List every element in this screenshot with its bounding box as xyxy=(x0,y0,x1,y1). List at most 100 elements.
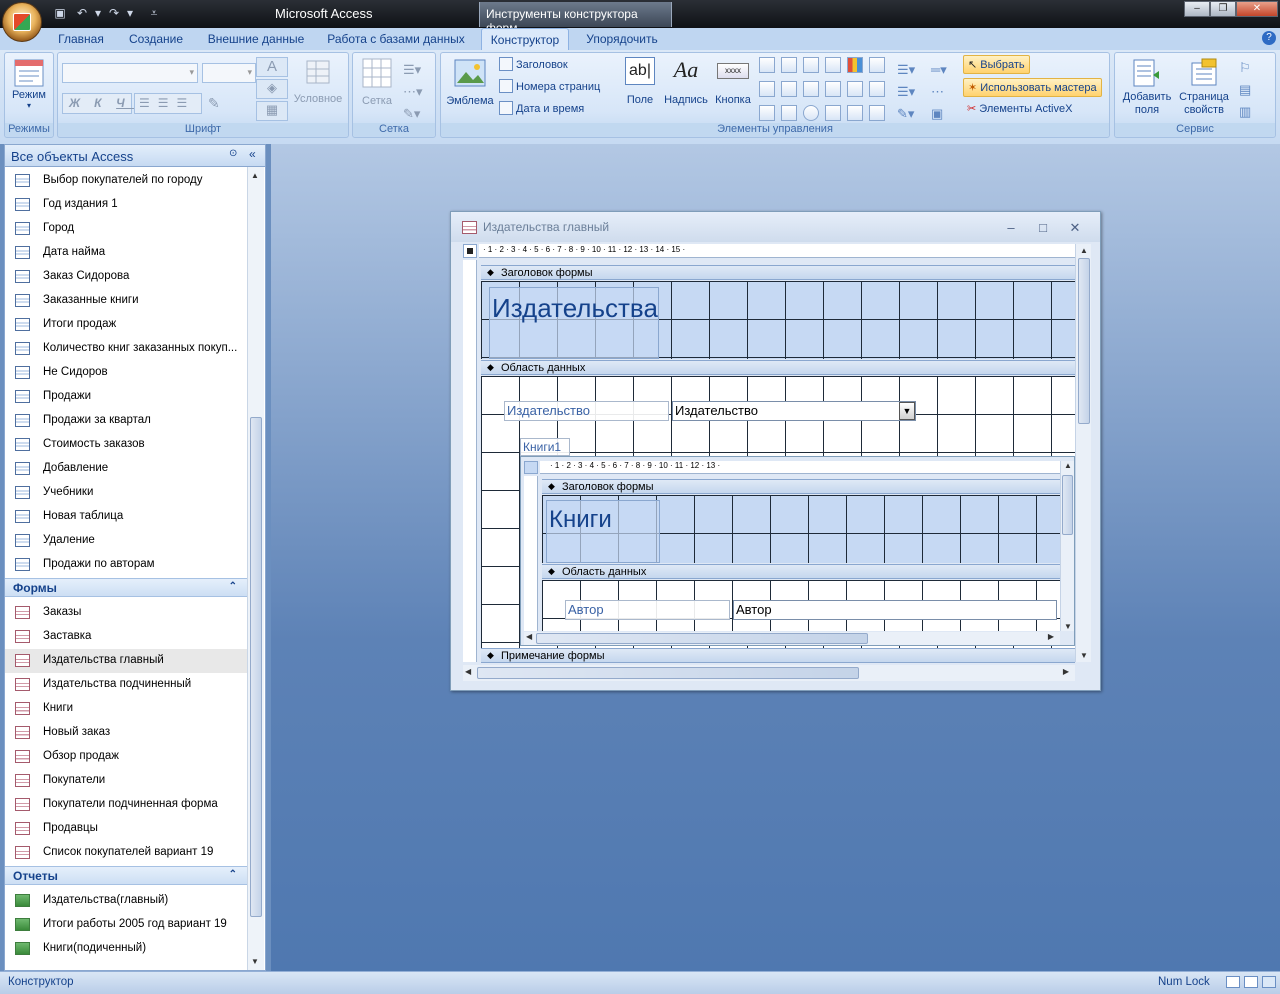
activex-button[interactable]: ✂ Элементы ActiveX xyxy=(967,100,1072,119)
nav-action-query-item[interactable]: Продажи по авторам xyxy=(5,553,247,577)
nav-scroll-thumb[interactable] xyxy=(250,417,262,917)
nav-report-item[interactable]: Книги(подиченный) xyxy=(5,937,247,961)
nav-header[interactable]: Все объекты Access ⊙ « xyxy=(5,145,265,167)
unbound-object-icon[interactable] xyxy=(847,105,863,121)
nav-query-item[interactable]: Количество книг заказанных покуп... xyxy=(5,337,247,361)
add-fields-button[interactable]: Добавить поля xyxy=(1117,57,1177,117)
subform-hscroll[interactable]: ◀ ▶ xyxy=(524,632,1060,645)
paperclip-icon[interactable] xyxy=(869,105,885,121)
conditional-format-button[interactable]: Условное xyxy=(290,57,346,105)
save-icon[interactable]: ▣ xyxy=(52,6,68,20)
help-icon[interactable]: ? xyxy=(1262,31,1276,45)
nav-action-query-item[interactable]: Новая таблица xyxy=(5,505,247,529)
nav-form-item[interactable]: Заказы xyxy=(5,601,247,625)
nav-query-item[interactable]: Итоги продаж xyxy=(5,313,247,337)
align-buttons[interactable]: ☰☰☰ xyxy=(134,93,202,114)
emblem-button[interactable]: Эмблема xyxy=(443,57,497,107)
bold-button[interactable]: Ж xyxy=(69,96,94,110)
nav-scrollbar[interactable]: ▲ ▼ xyxy=(247,167,264,970)
label-button[interactable]: Aa Надпись xyxy=(663,57,709,106)
textbox-button[interactable]: ab| Поле xyxy=(619,57,661,106)
subform-vscroll[interactable]: ▲ ▼ xyxy=(1060,461,1074,631)
nav-category-forms[interactable]: Формы ⌃ xyxy=(5,578,247,597)
nav-report-item[interactable]: Издательства(главный) xyxy=(5,889,247,913)
undo-dropdown-icon[interactable]: ▾ xyxy=(90,6,106,20)
form-hscroll[interactable]: ◀ ▶ xyxy=(463,665,1075,681)
nav-query-item[interactable]: Город xyxy=(5,217,247,241)
nav-action-query-item[interactable]: Удаление xyxy=(5,529,247,553)
subform-selector[interactable] xyxy=(524,461,538,474)
chart-icon[interactable] xyxy=(847,57,863,73)
redo-icon[interactable]: ↷ xyxy=(106,6,122,20)
maximize-icon[interactable]: □ xyxy=(1035,220,1051,235)
nav-query-item[interactable]: Заказ Сидорова xyxy=(5,265,247,289)
form-footer-bar[interactable]: ◆ Примечание формы xyxy=(481,648,1075,663)
font-name-combo[interactable]: ▾ xyxy=(62,63,198,83)
bound-object-icon[interactable] xyxy=(825,105,841,121)
format-painter-icon[interactable]: ✎ xyxy=(208,95,220,112)
select-button[interactable]: ↖ Выбрать xyxy=(963,55,1030,74)
use-wizards-button[interactable]: ✶ Использовать мастера xyxy=(963,78,1102,97)
tab-create[interactable]: Создание xyxy=(120,28,192,50)
close-icon[interactable]: ✕ xyxy=(1236,1,1278,17)
author-field[interactable]: Автор xyxy=(733,600,1057,620)
subform-icon[interactable] xyxy=(825,81,841,97)
italic-button[interactable]: К xyxy=(94,96,116,110)
nav-action-query-item[interactable]: Добавление xyxy=(5,457,247,481)
nav-query-item[interactable]: Год издания 1 xyxy=(5,193,247,217)
minimize-icon[interactable]: – xyxy=(1184,1,1210,17)
customize-qat-icon[interactable]: ⩡ xyxy=(146,6,162,20)
tab-home[interactable]: Главная xyxy=(50,28,112,50)
attachment-icon[interactable] xyxy=(869,81,885,97)
tab-external-data[interactable]: Внешние данные xyxy=(200,28,312,50)
nav-query-item[interactable]: Продажи за квартал xyxy=(5,409,247,433)
subform-title-label[interactable]: Книги xyxy=(546,500,660,563)
nav-query-item[interactable]: Выбор покупателей по городу xyxy=(5,169,247,193)
control-gallery[interactable] xyxy=(759,57,885,123)
line-format-icons[interactable]: ☰▾ ☰▾ ✎▾ xyxy=(897,59,915,125)
tab-arrange[interactable]: Упорядочить xyxy=(578,28,666,50)
tab-control-icon[interactable] xyxy=(759,57,775,73)
nav-form-item[interactable]: Обзор продаж xyxy=(5,745,247,769)
form-vscroll[interactable]: ▲ ▼ xyxy=(1075,244,1091,662)
tool-small-icons[interactable]: ⚐ ▤ ▥ xyxy=(1239,57,1251,123)
nav-form-item[interactable]: Покупатели подчиненная форма xyxy=(5,793,247,817)
fill-color-icon[interactable]: ◈ xyxy=(256,79,288,99)
thickness-icons[interactable]: ═▾ ⋯ ▣ xyxy=(931,59,947,125)
detail-bar[interactable]: ◆ Область данных xyxy=(481,360,1075,375)
nav-query-item[interactable]: Заказанные книги xyxy=(5,289,247,313)
combobox-icon[interactable] xyxy=(759,105,775,121)
property-sheet-button[interactable]: Страница свойств xyxy=(1175,57,1233,117)
title-button[interactable]: Заголовок xyxy=(499,56,568,75)
tab-design[interactable]: Конструктор xyxy=(481,28,569,50)
date-time-button[interactable]: Дата и время xyxy=(499,100,584,119)
form-header-bar[interactable]: ◆ Заголовок формы xyxy=(481,265,1075,280)
listbox-icon[interactable] xyxy=(759,81,775,97)
view-mode-button[interactable]: Режим ▾ xyxy=(7,57,51,110)
author-label[interactable]: Автор xyxy=(565,600,730,620)
nav-form-item[interactable]: Новый заказ xyxy=(5,721,247,745)
form-selector[interactable] xyxy=(463,244,477,258)
tab-database-tools[interactable]: Работа с базами данных xyxy=(320,28,472,50)
restore-icon[interactable]: ❐ xyxy=(1210,1,1236,17)
form-view-icon[interactable] xyxy=(1226,976,1240,988)
radio-icon[interactable] xyxy=(803,105,819,121)
form-title-label[interactable]: Издательства xyxy=(489,287,659,359)
nav-query-item[interactable]: Стоимость заказов xyxy=(5,433,247,457)
publisher-label[interactable]: Издательство xyxy=(504,401,669,421)
line-style-icons[interactable]: ☰▾ ⋯▾ ✎▾ xyxy=(403,59,423,125)
nav-query-item[interactable]: Не Сидоров xyxy=(5,361,247,385)
close-icon[interactable]: ✕ xyxy=(1067,220,1083,236)
collapse-pane-icon[interactable]: « xyxy=(249,147,256,161)
nav-form-item[interactable]: Издательства подчиненный xyxy=(5,673,247,697)
gridlines-icon[interactable]: ▦ xyxy=(256,101,288,121)
nav-form-item[interactable]: Покупатели xyxy=(5,769,247,793)
subform-header-bar[interactable]: ◆ Заголовок формы xyxy=(542,479,1060,494)
nav-form-item[interactable]: Книги xyxy=(5,697,247,721)
nav-form-item[interactable]: Издательства главный xyxy=(5,649,247,673)
toggle-icon[interactable] xyxy=(803,57,819,73)
undo-icon[interactable]: ↶ xyxy=(74,6,90,20)
font-size-combo[interactable]: ▾ xyxy=(202,63,256,83)
layout-view-icon[interactable] xyxy=(1244,976,1258,988)
chevron-down-icon[interactable]: ⊙ xyxy=(229,148,237,159)
